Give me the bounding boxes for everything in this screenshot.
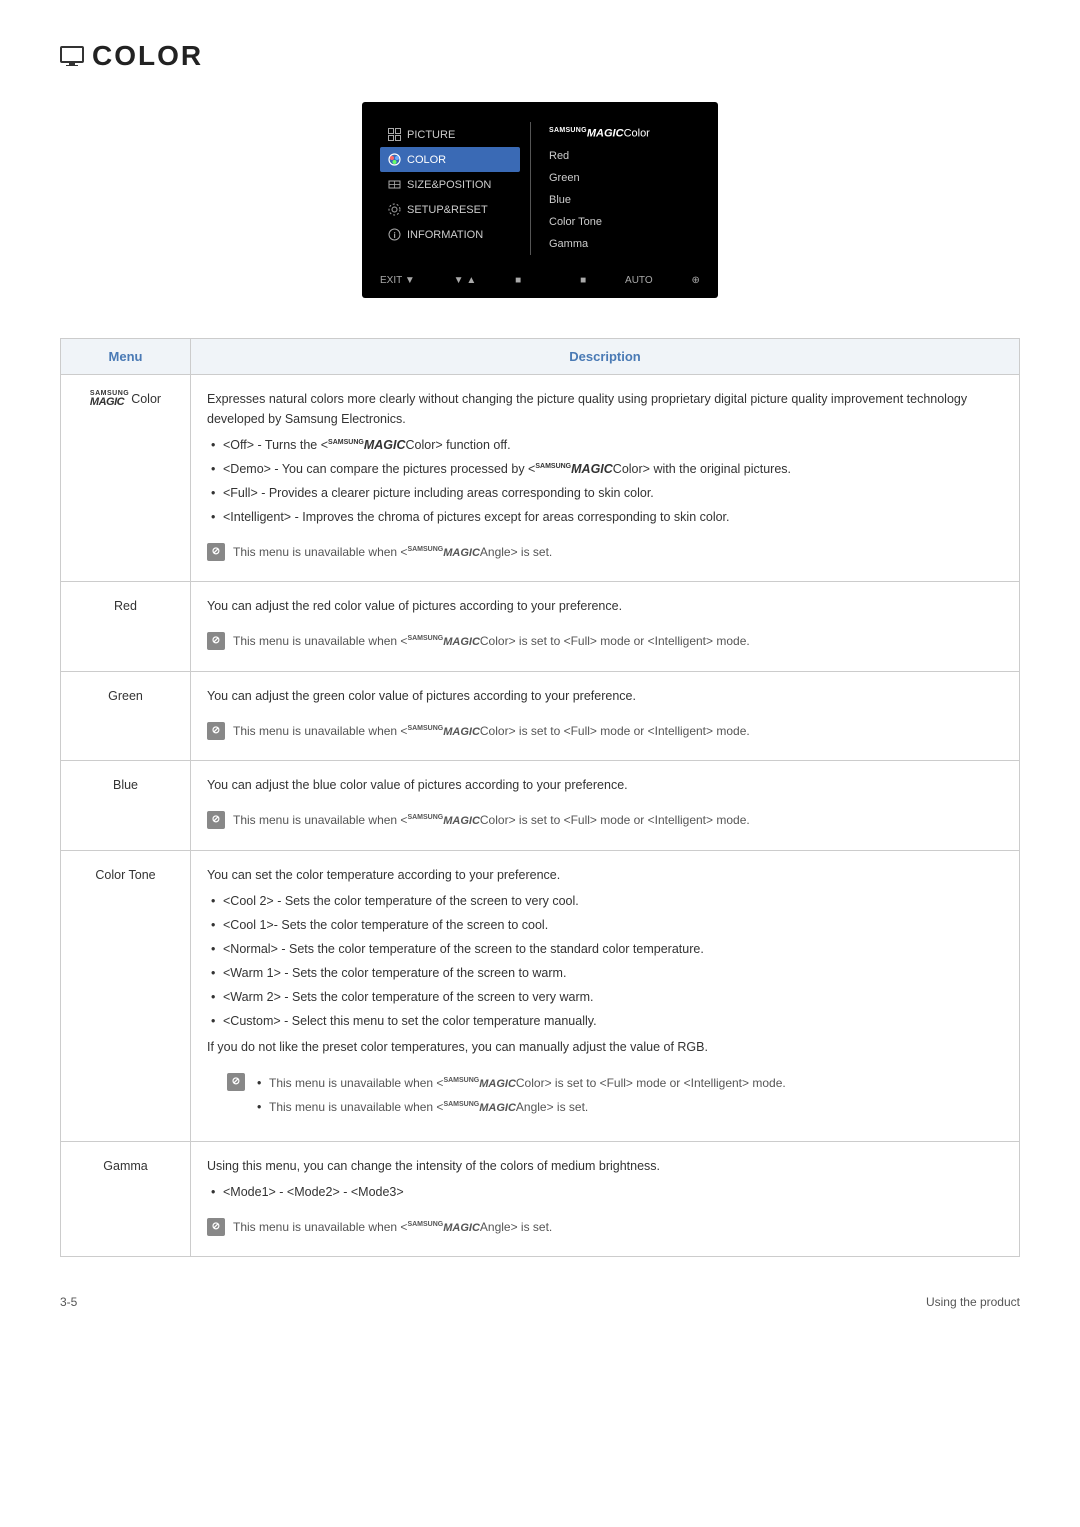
table-row-blue: Blue You can adjust the blue color value…	[61, 761, 1020, 851]
bullet-item: <Custom> - Select this menu to set the c…	[207, 1011, 1003, 1031]
color-tone-main-desc: You can set the color temperature accord…	[207, 865, 1003, 885]
menu-cell-color-tone: Color Tone	[61, 850, 191, 1141]
note-bullet: This menu is unavailable when <SAMSUNGMA…	[253, 1097, 786, 1117]
note-text: This menu is unavailable when <SAMSUNGMA…	[233, 543, 552, 562]
bullet-item: <Normal> - Sets the color temperature of…	[207, 939, 1003, 959]
table-row-gamma: Gamma Using this menu, you can change th…	[61, 1141, 1020, 1257]
content-table: Menu Description SAMSUNG MAGIC Color Exp…	[60, 338, 1020, 1258]
bullet-item: <Warm 1> - Sets the color temperature of…	[207, 963, 1003, 983]
osd-right-green: Green	[541, 167, 700, 189]
osd-right-panel: SAMSUNGMAGICColor Red Green Blue Color T…	[530, 122, 710, 255]
note-bullet: This menu is unavailable when <SAMSUNGMA…	[253, 1073, 786, 1093]
menu-cell-gamma: Gamma	[61, 1141, 191, 1257]
page-footer: 3-5 Using the product	[60, 1287, 1020, 1309]
note-text: This menu is unavailable when <SAMSUNGMA…	[233, 632, 750, 651]
svg-text:i: i	[394, 231, 396, 240]
osd-item-setup: SETUP&RESET	[380, 197, 520, 222]
green-note: ⊘ This menu is unavailable when <SAMSUNG…	[207, 716, 1003, 747]
osd-item-size: SIZE&POSITION	[380, 172, 520, 197]
green-main-desc: You can adjust the green color value of …	[207, 686, 1003, 706]
desc-cell-red: You can adjust the red color value of pi…	[191, 582, 1020, 672]
bullet-item: <Demo> - You can compare the pictures pr…	[207, 459, 1003, 479]
note-icon: ⊘	[207, 811, 225, 829]
note-text: This menu is unavailable when <SAMSUNGMA…	[233, 811, 750, 830]
osd-menu: PICTURE COLOR SIZE&POSITION SETUP&RESET …	[370, 110, 710, 267]
page-title-section: COLOR	[60, 40, 1020, 72]
desc-cell-color-tone: You can set the color temperature accord…	[191, 850, 1020, 1141]
bullet-item: <Full> - Provides a clearer picture incl…	[207, 483, 1003, 503]
osd-item-color: COLOR	[380, 147, 520, 172]
table-row-green: Green You can adjust the green color val…	[61, 671, 1020, 761]
footer-page-number: 3-5	[60, 1295, 77, 1309]
color-tone-bullets: <Cool 2> - Sets the color temperature of…	[207, 891, 1003, 1031]
menu-cell-magic-color: SAMSUNG MAGIC Color	[61, 374, 191, 582]
note-icon: ⊘	[207, 722, 225, 740]
note-icon: ⊘	[207, 632, 225, 650]
bullet-item: <Cool 2> - Sets the color temperature of…	[207, 891, 1003, 911]
desc-cell-magic-color: Expresses natural colors more clearly wi…	[191, 374, 1020, 582]
osd-bottom-bar: EXIT ▼ ▼ ▲ ■ ■ AUTO ⊕	[370, 271, 710, 290]
osd-right-blue: Blue	[541, 189, 700, 211]
col-desc: Description	[191, 338, 1020, 374]
desc-cell-green: You can adjust the green color value of …	[191, 671, 1020, 761]
osd-left-panel: PICTURE COLOR SIZE&POSITION SETUP&RESET …	[370, 122, 530, 255]
color-tone-extra-desc: If you do not like the preset color temp…	[207, 1037, 1003, 1057]
monitor-screenshot: PICTURE COLOR SIZE&POSITION SETUP&RESET …	[60, 102, 1020, 298]
blue-main-desc: You can adjust the blue color value of p…	[207, 775, 1003, 795]
table-row-magic-color: SAMSUNG MAGIC Color Expresses natural co…	[61, 374, 1020, 582]
menu-cell-blue: Blue	[61, 761, 191, 851]
osd-item-picture: PICTURE	[380, 122, 520, 147]
desc-cell-gamma: Using this menu, you can change the inte…	[191, 1141, 1020, 1257]
magic-color-main-desc: Expresses natural colors more clearly wi…	[207, 389, 1003, 429]
color-tone-note-bullets: This menu is unavailable when <SAMSUNGMA…	[253, 1073, 786, 1121]
osd-right-red: Red	[541, 145, 700, 167]
osd-item-info: i INFORMATION	[380, 222, 520, 247]
color-tone-note-1: ⊘ This menu is unavailable when <SAMSUNG…	[207, 1067, 1003, 1127]
footer-section-name: Using the product	[926, 1295, 1020, 1309]
red-main-desc: You can adjust the red color value of pi…	[207, 596, 1003, 616]
note-icon: ⊘	[207, 1218, 225, 1236]
table-row-red: Red You can adjust the red color value o…	[61, 582, 1020, 672]
bullet-item: <Warm 2> - Sets the color temperature of…	[207, 987, 1003, 1007]
table-row-color-tone: Color Tone You can set the color tempera…	[61, 850, 1020, 1141]
col-menu: Menu	[61, 338, 191, 374]
note-icon: ⊘	[227, 1073, 245, 1091]
page-title: COLOR	[92, 40, 203, 72]
menu-cell-red: Red	[61, 582, 191, 672]
monitor-icon	[60, 46, 84, 66]
bullet-item: <Mode1> - <Mode2> - <Mode3>	[207, 1182, 1003, 1202]
menu-cell-green: Green	[61, 671, 191, 761]
note-text: This menu is unavailable when <SAMSUNGMA…	[233, 722, 750, 741]
note-text: This menu is unavailable when <SAMSUNGMA…	[233, 1218, 552, 1237]
desc-cell-blue: You can adjust the blue color value of p…	[191, 761, 1020, 851]
osd-right-magic-color: SAMSUNGMAGICColor	[541, 122, 700, 145]
red-note: ⊘ This menu is unavailable when <SAMSUNG…	[207, 626, 1003, 657]
osd-right-color-tone: Color Tone	[541, 211, 700, 233]
magic-color-note: ⊘ This menu is unavailable when <SAMSUNG…	[207, 537, 1003, 568]
gamma-main-desc: Using this menu, you can change the inte…	[207, 1156, 1003, 1176]
magic-color-bullets: <Off> - Turns the <SAMSUNGMAGICColor> fu…	[207, 435, 1003, 527]
note-icon: ⊘	[207, 543, 225, 561]
bullet-item: <Off> - Turns the <SAMSUNGMAGICColor> fu…	[207, 435, 1003, 455]
osd-right-gamma: Gamma	[541, 233, 700, 255]
bullet-item: <Cool 1>- Sets the color temperature of …	[207, 915, 1003, 935]
bullet-item: <Intelligent> - Improves the chroma of p…	[207, 507, 1003, 527]
gamma-bullets: <Mode1> - <Mode2> - <Mode3>	[207, 1182, 1003, 1202]
blue-note: ⊘ This menu is unavailable when <SAMSUNG…	[207, 805, 1003, 836]
gamma-note: ⊘ This menu is unavailable when <SAMSUNG…	[207, 1212, 1003, 1243]
